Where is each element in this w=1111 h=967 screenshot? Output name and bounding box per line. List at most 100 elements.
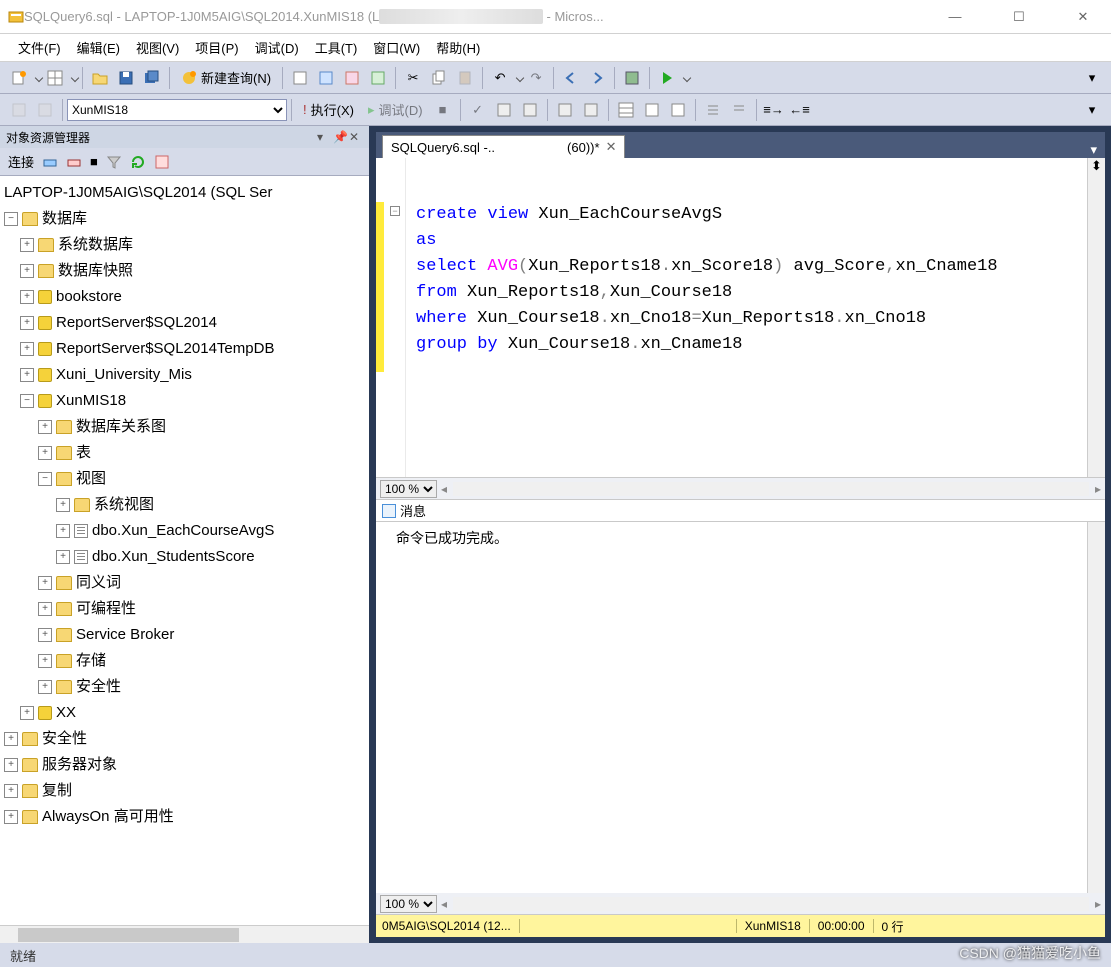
tree-security-db[interactable]: +安全性 bbox=[2, 674, 369, 700]
tb2-btn-d[interactable] bbox=[579, 98, 603, 122]
tree-synonyms[interactable]: +同义词 bbox=[2, 570, 369, 596]
dropdown-icon[interactable] bbox=[71, 73, 79, 81]
menu-file[interactable]: 文件(F) bbox=[10, 35, 69, 60]
uncomment-button[interactable] bbox=[727, 98, 751, 122]
object-explorer-tree[interactable]: LAPTOP-1J0M5AIG\SQL2014 (SQL Ser −数据库 +系… bbox=[0, 176, 369, 925]
tree-view-1[interactable]: +dbo.Xun_EachCourseAvgS bbox=[2, 518, 369, 544]
collapse-icon[interactable]: − bbox=[390, 206, 400, 216]
grid-button[interactable] bbox=[43, 66, 67, 90]
tree-root[interactable]: LAPTOP-1J0M5AIG\SQL2014 (SQL Ser bbox=[2, 180, 369, 206]
oe-refresh-button[interactable] bbox=[126, 152, 150, 172]
undo-button[interactable]: ↶ bbox=[488, 66, 512, 90]
menu-window[interactable]: 窗口(W) bbox=[365, 35, 428, 60]
tree-diagrams[interactable]: +数据库关系图 bbox=[2, 414, 369, 440]
scroll-left-icon[interactable]: ◂ bbox=[441, 482, 447, 496]
tree-alwayson[interactable]: +AlwaysOn 高可用性 bbox=[2, 804, 369, 830]
results-file-button[interactable] bbox=[666, 98, 690, 122]
open-button[interactable] bbox=[88, 66, 112, 90]
tabstrip-overflow[interactable]: ▾ bbox=[1082, 142, 1105, 158]
tree-server-objects[interactable]: +服务器对象 bbox=[2, 752, 369, 778]
tree-rstemp[interactable]: +ReportServer$SQL2014TempDB bbox=[2, 336, 369, 362]
dropdown-icon[interactable] bbox=[35, 73, 43, 81]
panel-close-icon[interactable]: ✕ bbox=[349, 130, 363, 144]
tree-rs[interactable]: +ReportServer$SQL2014 bbox=[2, 310, 369, 336]
tb-btn-3[interactable] bbox=[340, 66, 364, 90]
tree-servicebroker[interactable]: +Service Broker bbox=[2, 622, 369, 648]
editor-tab[interactable]: SQLQuery6.sql -.. (60))* ✕ bbox=[382, 135, 625, 158]
tree-scrollbar-h[interactable] bbox=[0, 925, 369, 943]
menu-debug[interactable]: 调试(D) bbox=[247, 35, 307, 60]
stop-button[interactable]: ■ bbox=[431, 98, 455, 122]
tree-programmability[interactable]: +可编程性 bbox=[2, 596, 369, 622]
tree-xuni[interactable]: +Xuni_University_Mis bbox=[2, 362, 369, 388]
start-button[interactable] bbox=[655, 66, 679, 90]
menu-help[interactable]: 帮助(H) bbox=[428, 35, 488, 60]
scroll-right-icon-2[interactable]: ▸ bbox=[1095, 897, 1101, 911]
tree-storage[interactable]: +存储 bbox=[2, 648, 369, 674]
minimize-button[interactable]: — bbox=[935, 3, 975, 31]
tree-tables[interactable]: +表 bbox=[2, 440, 369, 466]
tb2-btn-c[interactable] bbox=[553, 98, 577, 122]
code-scrollbar-v[interactable]: ⬍ bbox=[1087, 158, 1105, 477]
paste-button[interactable] bbox=[453, 66, 477, 90]
tree-xx[interactable]: +XX bbox=[2, 700, 369, 726]
database-selector[interactable]: XunMIS18 bbox=[67, 99, 287, 121]
oe-btn-1[interactable] bbox=[38, 152, 62, 172]
menu-edit[interactable]: 编辑(E) bbox=[69, 35, 128, 60]
toolbar-overflow[interactable]: ▾ bbox=[1080, 66, 1104, 90]
scroll-track[interactable] bbox=[453, 482, 1089, 496]
tb2-btn-2[interactable] bbox=[33, 98, 57, 122]
cut-button[interactable]: ✂ bbox=[401, 66, 425, 90]
execute-button[interactable]: ! 执行(X) bbox=[296, 97, 361, 122]
parse-button[interactable]: ✓ bbox=[466, 98, 490, 122]
dropdown-icon[interactable] bbox=[516, 73, 524, 81]
messages-tab[interactable]: 消息 bbox=[376, 500, 1105, 522]
nav-back-button[interactable] bbox=[559, 66, 583, 90]
results-grid-button[interactable] bbox=[614, 98, 638, 122]
zoom-select[interactable]: 100 % bbox=[380, 480, 437, 498]
menu-tools[interactable]: 工具(T) bbox=[307, 35, 366, 60]
panel-dropdown-icon[interactable]: ▾ bbox=[317, 130, 331, 144]
messages-scrollbar-v[interactable] bbox=[1087, 522, 1105, 893]
oe-btn-2[interactable] bbox=[62, 152, 86, 172]
panel-pin-icon[interactable]: 📌 bbox=[333, 130, 347, 144]
tab-close-icon[interactable]: ✕ bbox=[606, 139, 617, 155]
save-all-button[interactable] bbox=[140, 66, 164, 90]
tb2-btn-a[interactable] bbox=[492, 98, 516, 122]
oe-filter-button[interactable] bbox=[102, 152, 126, 172]
redo-button[interactable]: ↷ bbox=[524, 66, 548, 90]
new-project-button[interactable] bbox=[7, 66, 31, 90]
scroll-track-2[interactable] bbox=[453, 897, 1089, 911]
tree-snapshots[interactable]: +数据库快照 bbox=[2, 258, 369, 284]
connect-button[interactable]: 连接 bbox=[4, 150, 38, 173]
tb2-btn-b[interactable] bbox=[518, 98, 542, 122]
code-editor[interactable]: create view Xun_EachCourseAvgS as select… bbox=[406, 158, 1087, 477]
close-button[interactable]: ✕ bbox=[1063, 3, 1103, 31]
tree-xunmis[interactable]: −XunMIS18 bbox=[2, 388, 369, 414]
oe-btn-stop[interactable]: ■ bbox=[86, 152, 102, 171]
tb-btn-2[interactable] bbox=[314, 66, 338, 90]
activity-button[interactable] bbox=[620, 66, 644, 90]
new-query-button[interactable]: 新建查询(N) bbox=[174, 65, 278, 90]
nav-fwd-button[interactable] bbox=[585, 66, 609, 90]
save-button[interactable] bbox=[114, 66, 138, 90]
toolbar-overflow-2[interactable]: ▾ bbox=[1080, 98, 1104, 122]
dropdown-icon[interactable] bbox=[683, 73, 691, 81]
menu-project[interactable]: 项目(P) bbox=[187, 35, 246, 60]
tb2-btn-1[interactable] bbox=[7, 98, 31, 122]
tb-btn-1[interactable] bbox=[288, 66, 312, 90]
tree-security[interactable]: +安全性 bbox=[2, 726, 369, 752]
indent-button[interactable]: ≡→ bbox=[762, 98, 786, 122]
tree-view-2[interactable]: +dbo.Xun_StudentsScore bbox=[2, 544, 369, 570]
tree-views[interactable]: −视图 bbox=[2, 466, 369, 492]
tree-sysdb[interactable]: +系统数据库 bbox=[2, 232, 369, 258]
tb-btn-4[interactable] bbox=[366, 66, 390, 90]
tree-replication[interactable]: +复制 bbox=[2, 778, 369, 804]
tree-sysviews[interactable]: +系统视图 bbox=[2, 492, 369, 518]
copy-button[interactable] bbox=[427, 66, 451, 90]
oe-btn-3[interactable] bbox=[150, 152, 174, 172]
scroll-left-icon-2[interactable]: ◂ bbox=[441, 897, 447, 911]
results-text-button[interactable] bbox=[640, 98, 664, 122]
menu-view[interactable]: 视图(V) bbox=[128, 35, 187, 60]
tree-bookstore[interactable]: +bookstore bbox=[2, 284, 369, 310]
